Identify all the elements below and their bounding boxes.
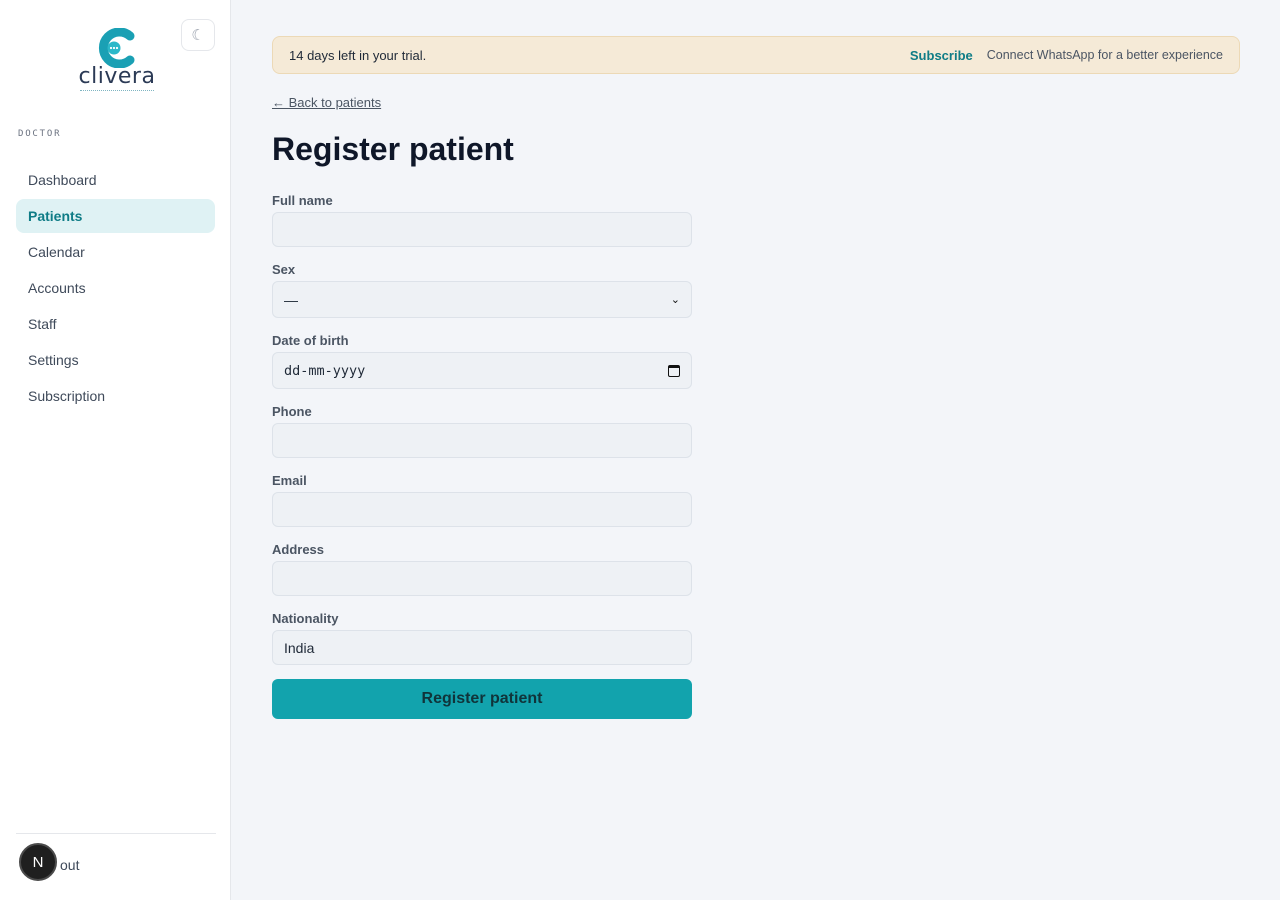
sidebar-item-label: Subscription (28, 388, 106, 404)
moon-icon: ☾ (191, 27, 205, 44)
sidebar-item-calendar[interactable]: Calendar (16, 235, 215, 269)
sidebar-item-label: Calendar (28, 244, 85, 260)
calendar-icon[interactable] (668, 364, 680, 377)
sidebar-item-staff[interactable]: Staff (16, 307, 215, 341)
sidebar-nav: Dashboard Patients Calendar Accounts Sta… (16, 163, 215, 415)
logout-button[interactable]: out (60, 857, 79, 873)
sidebar-item-settings[interactable]: Settings (16, 343, 215, 377)
theme-toggle-button[interactable]: ☾ (181, 19, 215, 51)
trial-banner: 14 days left in your trial. Subscribe Co… (272, 36, 1240, 74)
address-label: Address (272, 542, 325, 557)
dob-input[interactable]: dd-mm-yyyy (272, 352, 692, 389)
connect-whatsapp-link[interactable]: Connect WhatsApp for a better experience (987, 48, 1223, 62)
sidebar-item-accounts[interactable]: Accounts (16, 271, 215, 305)
sidebar-item-dashboard[interactable]: Dashboard (16, 163, 215, 197)
address-input[interactable] (272, 561, 692, 596)
phone-input[interactable] (272, 423, 692, 458)
role-label: DOCTOR (18, 129, 62, 139)
sex-selected-value: — (284, 291, 298, 308)
sidebar-item-label: Settings (28, 352, 79, 368)
logo-mark-icon (98, 28, 135, 68)
logo-tagline-mark (80, 90, 154, 92)
dob-label: Date of birth (272, 333, 349, 348)
chevron-down-icon: ⌄ (670, 294, 680, 306)
full-name-label: Full name (272, 193, 333, 208)
sidebar-divider (16, 833, 216, 834)
back-to-patients-link[interactable]: ← Back to patients (272, 95, 381, 110)
sidebar-item-label: Patients (28, 208, 83, 224)
subscribe-link[interactable]: Subscribe (910, 48, 973, 63)
page-title: Register patient (272, 131, 514, 167)
sidebar-item-label: Dashboard (28, 172, 97, 188)
sidebar-item-label: Accounts (28, 280, 86, 296)
sidebar-item-patients[interactable]: Patients (16, 199, 215, 233)
phone-label: Phone (272, 404, 312, 419)
email-label: Email (272, 473, 307, 488)
sex-label: Sex (272, 262, 296, 277)
clivera-logo[interactable]: clivera (78, 28, 156, 96)
sex-select[interactable]: — ⌄ (272, 281, 692, 318)
sidebar-item-subscription[interactable]: Subscription (16, 379, 215, 413)
email-input[interactable] (272, 492, 692, 527)
sidebar-item-label: Staff (28, 316, 57, 332)
trial-text: 14 days left in your trial. (289, 47, 427, 63)
nationality-input[interactable]: India (272, 630, 692, 665)
sidebar: clivera ☾ DOCTOR Dashboard Patients Cale… (0, 0, 231, 900)
nationality-value: India (284, 639, 315, 656)
register-patient-button[interactable]: Register patient (272, 679, 692, 719)
avatar[interactable]: N (19, 843, 57, 881)
dob-placeholder: dd-mm-yyyy (284, 362, 366, 379)
logo-wordmark: clivera (78, 64, 156, 89)
full-name-input[interactable] (272, 212, 692, 247)
nationality-label: Nationality (272, 611, 339, 626)
